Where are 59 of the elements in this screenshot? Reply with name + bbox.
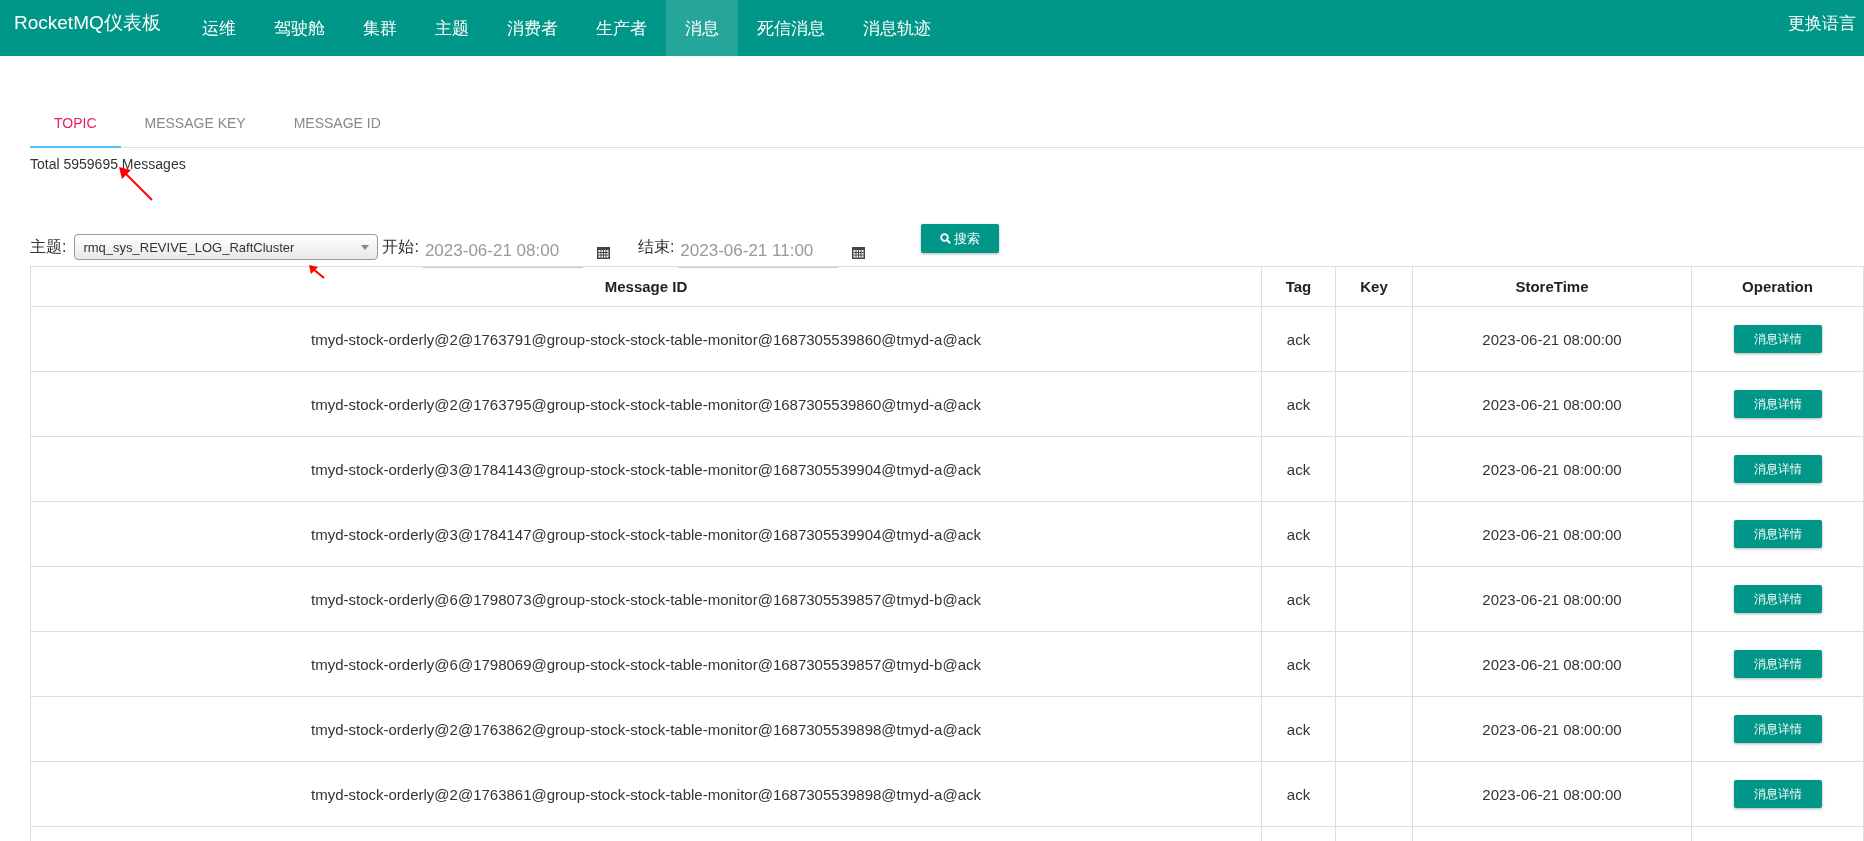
store-time-cell: 2023-06-21 08:00:00 — [1412, 566, 1692, 632]
message-id-cell: tmyd-stock-orderly@2@1763862@group-stock-stock-table-monitor@1687305539898@tmyd-a@ack — [30, 696, 1262, 762]
nav-item[interactable]: 消费者 — [487, 0, 577, 56]
store-time-cell: 2023-06-21 08:00:00 — [1412, 631, 1692, 697]
column-header: Key — [1335, 266, 1413, 307]
topic-label: 主题: — [30, 236, 67, 257]
end-label: 结束: — [637, 236, 675, 257]
total-count: Total 5959695 Messages — [30, 156, 187, 172]
message-id-cell: tmyd-stock-orderly@2@1763791@group-stock-stock-table-monitor@1687305539860@tmyd-a@ack — [30, 306, 1262, 372]
start-label: 开始: — [382, 236, 419, 257]
column-header: Operation — [1691, 266, 1864, 307]
nav-item[interactable]: 生产者 — [576, 0, 666, 56]
message-detail-button[interactable]: 消息详情 — [1733, 325, 1822, 353]
message-detail-button[interactable]: 消息详情 — [1733, 585, 1822, 613]
column-header: Message ID — [30, 266, 1262, 307]
message-detail-button[interactable]: 消息详情 — [1733, 650, 1822, 678]
tab[interactable]: MESSAGE ID — [269, 100, 405, 148]
nav-item[interactable]: 驾驶舱 — [254, 0, 344, 56]
message-detail-button[interactable]: 消息详情 — [1733, 780, 1822, 808]
column-header: StoreTime — [1412, 266, 1692, 307]
message-id-cell: tmyd-stock-orderly@2@1763795@group-stock-stock-table-monitor@1687305539860@tmyd-a@ack — [30, 371, 1262, 437]
tag-cell: ack — [1261, 501, 1336, 567]
tag-cell: ack — [1261, 696, 1336, 762]
tag-cell: ack — [1261, 631, 1336, 697]
message-id-cell: tmyd-stock-orderly@3@1784143@group-stock-stock-table-monitor@1687305539904@tmyd-a@ack — [30, 436, 1262, 502]
nav-item[interactable]: 死信消息 — [737, 0, 844, 56]
nav-item[interactable]: 消息 — [665, 0, 738, 56]
message-detail-button[interactable]: 消息详情 — [1733, 455, 1822, 483]
tag-cell: ack — [1261, 566, 1336, 632]
tag-cell: ack — [1261, 306, 1336, 372]
tab[interactable]: TOPIC — [30, 100, 121, 148]
end-date-field[interactable]: 2023-06-21 11:00 — [678, 234, 839, 268]
message-detail-button[interactable]: 消息详情 — [1733, 520, 1822, 548]
message-id-cell: tmyd-stock-orderly@3@1784147@group-stock-stock-table-monitor@1687305539904@tmyd-a@ack — [30, 501, 1262, 567]
column-header: Tag — [1261, 266, 1336, 307]
store-time-cell: 2023-06-21 08:00:00 — [1412, 436, 1692, 502]
tag-cell: ack — [1261, 761, 1336, 827]
message-detail-button[interactable]: 消息详情 — [1733, 715, 1822, 743]
nav-item[interactable]: 消息轨迹 — [843, 0, 950, 56]
nav-item[interactable]: 主题 — [415, 0, 488, 56]
tag-cell: ack — [1261, 436, 1336, 502]
store-time-cell: 2023-06-21 08:00:00 — [1412, 761, 1692, 827]
tab[interactable]: MESSAGE KEY — [120, 100, 270, 148]
start-date-field[interactable]: 2023-06-21 08:00 — [422, 234, 583, 268]
message-id-cell: tmyd-stock-orderly@6@1798069@group-stock-stock-table-monitor@1687305539857@tmyd-b@ack — [30, 631, 1262, 697]
nav-item[interactable]: 集群 — [343, 0, 416, 56]
message-id-cell: tmyd-stock-orderly@2@1763861@group-stock-stock-table-monitor@1687305539898@tmyd-a@ack — [30, 761, 1262, 827]
nav-item[interactable]: 运维 — [182, 0, 255, 56]
store-time-cell: 2023-06-21 08:00:00 — [1412, 306, 1692, 372]
store-time-cell: 2023-06-21 08:00:00 — [1412, 501, 1692, 567]
store-time-cell: 2023-06-21 08:00:00 — [1412, 696, 1692, 762]
message-detail-button[interactable]: 消息详情 — [1733, 390, 1822, 418]
tag-cell: ack — [1261, 371, 1336, 437]
brand-title[interactable]: RocketMQ仪表板 — [0, 0, 183, 56]
message-id-cell: tmyd-stock-orderly@6@1798073@group-stock-stock-table-monitor@1687305539857@tmyd-b@ack — [30, 566, 1262, 632]
search-button[interactable]: 搜索 — [921, 224, 1000, 253]
language-link[interactable]: 更换语言 — [1780, 0, 1864, 56]
store-time-cell: 2023-06-21 08:00:00 — [1412, 371, 1692, 437]
topic-select[interactable]: rmq_sys_REVIVE_LOG_RaftCluster — [74, 234, 379, 260]
